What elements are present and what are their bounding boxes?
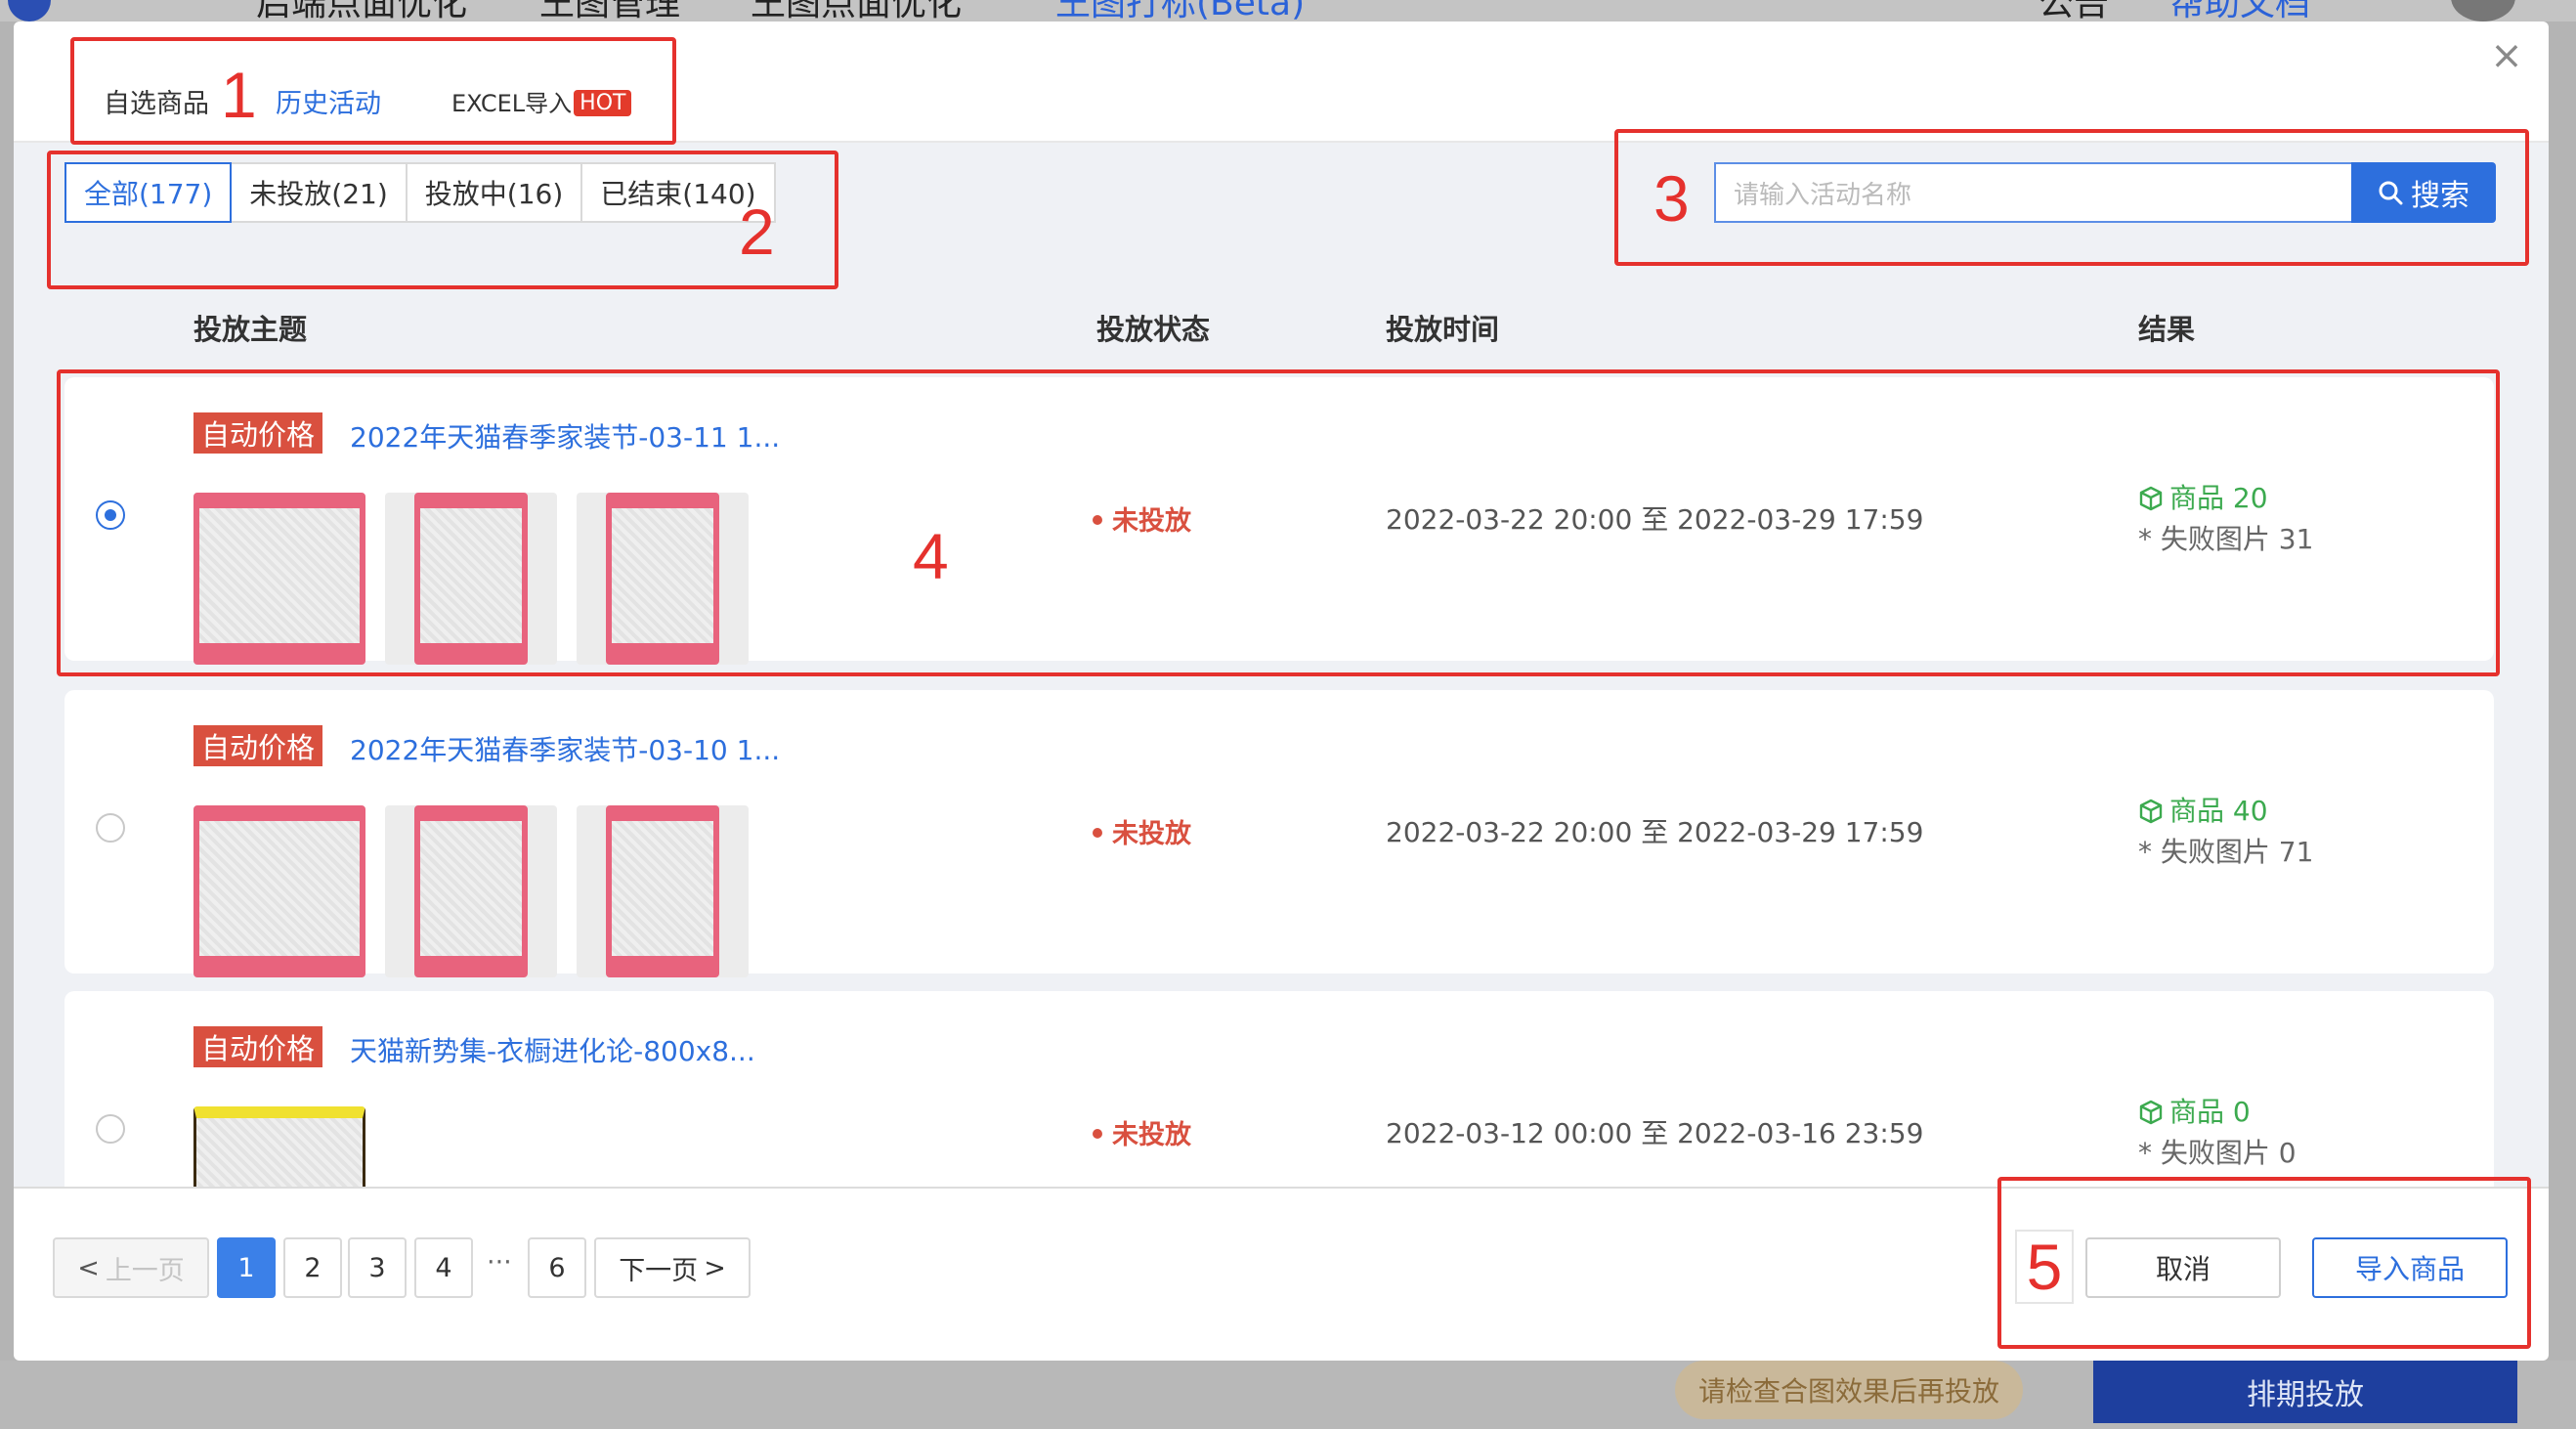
launch-time: 2022-03-12 00:00 至 2022-03-16 23:59 — [1386, 1117, 1924, 1149]
page-button[interactable]: 3 — [348, 1237, 407, 1298]
annotation-number-2: 2 — [739, 195, 775, 268]
annotation-box-3 — [1614, 129, 2529, 266]
thumbnail-image[interactable] — [193, 1106, 365, 1187]
goods-count: 商品 0 — [2138, 1091, 2251, 1130]
auto-price-tag: 自动价格 — [193, 1026, 323, 1067]
page-button[interactable]: 4 — [414, 1237, 473, 1298]
chevron-left-icon: < — [77, 1252, 100, 1283]
page-button[interactable]: 2 — [283, 1237, 342, 1298]
status-badge: 未投放 — [1093, 1113, 1191, 1151]
page-button[interactable]: 6 — [528, 1237, 586, 1298]
pagination-ellipsis[interactable]: ··· — [487, 1247, 512, 1277]
failed-images-count: * 失败图片 0 — [2138, 1137, 2297, 1169]
table-row[interactable]: 自动价格 天猫新势集-衣橱进化论-800x8... 未投放 2022-03-12… — [64, 991, 2494, 1187]
schedule-button[interactable]: 排期投放 — [2093, 1361, 2517, 1423]
annotation-number-4: 4 — [913, 520, 949, 592]
goods-count-text: 商品 0 — [2169, 1096, 2251, 1128]
check-merge-button[interactable]: 请检查合图效果后再投放 — [1675, 1361, 2023, 1419]
prev-page-label: 上一页 — [105, 1255, 185, 1286]
annotation-box-5 — [1997, 1177, 2531, 1349]
row-radio[interactable] — [96, 1114, 125, 1144]
page-button[interactable]: 1 — [217, 1237, 276, 1298]
prev-page-button[interactable]: < 上一页 — [53, 1237, 209, 1298]
next-page-button[interactable]: 下一页 > — [594, 1237, 751, 1298]
annotation-number-5: 5 — [2015, 1230, 2074, 1304]
annotation-box-4 — [57, 369, 2500, 676]
annotation-box-1 — [70, 37, 676, 145]
row-title-link[interactable]: 天猫新势集-衣橱进化论-800x8... — [350, 1030, 755, 1069]
chevron-right-icon: > — [704, 1252, 726, 1283]
annotation-number-3: 3 — [1653, 162, 1690, 235]
filter-all[interactable]: 全部(177) — [64, 162, 233, 223]
next-page-label: 下一页 — [619, 1255, 699, 1286]
annotation-number-1: 1 — [221, 59, 257, 131]
box-icon — [2139, 1100, 2163, 1125]
